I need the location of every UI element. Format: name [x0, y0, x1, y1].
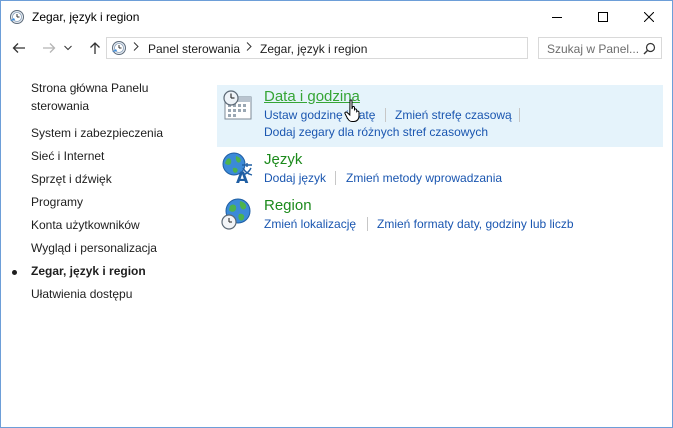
sidebar-item-system-security[interactable]: System i zabezpieczenia [31, 125, 163, 141]
arrow-right-icon [43, 43, 56, 53]
sidebar-home-line1: Strona główna Panelu [31, 81, 149, 95]
title-bar: Zegar, język i region [1, 1, 672, 32]
breadcrumb-control-panel[interactable]: Panel sterowania [148, 42, 240, 56]
minimize-button[interactable] [534, 1, 580, 32]
link-change-input-methods[interactable]: Zmień metody wprowadzania [346, 171, 502, 185]
up-button[interactable] [86, 40, 104, 56]
chevron-down-icon [64, 45, 72, 51]
maximize-icon [598, 11, 608, 22]
current-item-bullet [12, 270, 17, 275]
link-add-language[interactable]: Dodaj język [264, 171, 326, 185]
search-input[interactable]: Szukaj w Panel... [538, 37, 662, 59]
recent-locations-button[interactable] [63, 40, 73, 56]
link-separator [385, 108, 386, 122]
sidebar-item-user-accounts[interactable]: Konta użytkowników [31, 217, 140, 233]
breadcrumb-current[interactable]: Zegar, język i region [260, 42, 367, 56]
sidebar-item-control-panel-home[interactable]: Strona główna Panelu sterowania [31, 80, 148, 114]
link-separator [335, 171, 336, 185]
link-separator [367, 217, 368, 231]
window-title: Zegar, język i region [32, 10, 140, 24]
hand-cursor-icon [344, 99, 362, 123]
address-bar[interactable]: Panel sterowania Zegar, język i region [106, 37, 628, 59]
sidebar-item-hardware-sound[interactable]: Sprzęt i dźwięk [31, 171, 112, 187]
link-separator [519, 108, 520, 122]
svg-text:A: A [236, 168, 249, 185]
category-title-region[interactable]: Region [264, 197, 312, 214]
breadcrumb-separator-icon[interactable] [133, 42, 139, 54]
sidebar-home-line2: sterowania [31, 99, 90, 113]
link-change-time-zone[interactable]: Zmień strefę czasową [395, 108, 512, 122]
control-panel-clock-icon [9, 9, 25, 25]
control-panel-window: Zegar, język i region Panel sterowania Z… [0, 0, 673, 428]
close-icon [644, 11, 654, 22]
sidebar-item-clock-region[interactable]: Zegar, język i region [31, 263, 146, 279]
maximize-button[interactable] [580, 1, 626, 32]
link-add-clocks[interactable]: Dodaj zegary dla różnych stref czasowych [264, 125, 488, 139]
minimize-icon [552, 16, 562, 18]
sidebar-item-network-internet[interactable]: Sieć i Internet [31, 148, 104, 164]
breadcrumb-separator-icon[interactable] [246, 42, 252, 54]
sidebar-item-programs[interactable]: Programy [31, 194, 83, 210]
link-change-formats[interactable]: Zmień formaty daty, godziny lub liczb [377, 217, 574, 231]
close-button[interactable] [626, 1, 672, 32]
back-button[interactable] [10, 40, 28, 56]
date-time-icon[interactable] [221, 89, 255, 123]
sidebar-item-ease-of-access[interactable]: Ułatwienia dostępu [31, 286, 132, 302]
search-placeholder: Szukaj w Panel... [547, 42, 640, 56]
control-panel-location-icon [111, 40, 127, 56]
sidebar-item-appearance[interactable]: Wygląd i personalizacja [31, 240, 157, 256]
language-icon[interactable]: A [220, 151, 254, 187]
category-title-language[interactable]: Język [264, 151, 302, 168]
arrow-up-icon [90, 42, 100, 54]
link-change-location[interactable]: Zmień lokalizację [264, 217, 356, 231]
forward-button[interactable] [40, 40, 58, 56]
arrow-left-icon [12, 43, 25, 53]
region-globe-icon[interactable] [220, 197, 254, 231]
search-icon[interactable] [643, 42, 656, 58]
